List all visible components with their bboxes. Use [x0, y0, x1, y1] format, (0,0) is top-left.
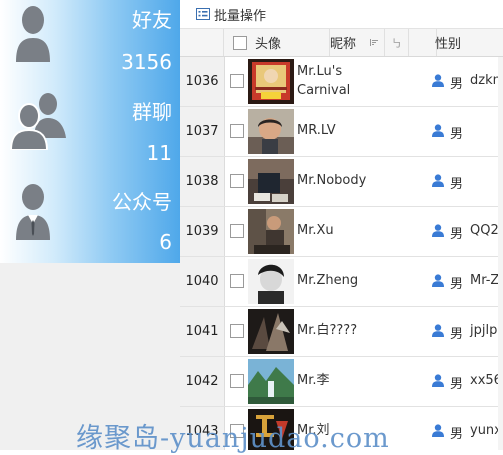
official-accounts-count: 6	[159, 230, 172, 254]
gender-value: 男	[450, 127, 464, 142]
row-id: 1038	[180, 157, 225, 206]
batch-list-icon	[196, 8, 210, 20]
table-row[interactable]: 1037 MR.LV 男	[180, 107, 503, 157]
row-id: 1039	[180, 207, 225, 256]
gender-value: 男	[450, 277, 464, 292]
header-sort-marker-cell[interactable]: ㇉	[385, 29, 409, 56]
header-avatar-label: 头像	[255, 37, 282, 52]
groups-label: 群聊	[132, 100, 172, 124]
official-account-user-icon	[16, 184, 50, 240]
row-id: 1036	[180, 57, 225, 106]
row-id: 1040	[180, 257, 225, 306]
header-nickname-cell[interactable]: 昵称	[330, 29, 385, 56]
extra-value: QQ2	[470, 223, 499, 238]
avatar	[248, 259, 294, 304]
male-icon	[432, 124, 444, 137]
male-icon	[432, 324, 444, 337]
nickname-line-2: Carnival	[297, 83, 351, 98]
table-row[interactable]: 1042 Mr.李 男 xx56	[180, 357, 503, 407]
grid-header: 头像 昵称 ㇉ 性别	[180, 29, 503, 57]
male-icon	[432, 224, 444, 237]
nickname: Mr.李	[297, 373, 330, 388]
male-icon	[432, 174, 444, 187]
table-row[interactable]: 1036 Mr.Lu's Carnival 男 dzkm	[180, 57, 503, 107]
nickname: Mr.Nobody	[297, 173, 367, 188]
header-gender-cell[interactable]: 性别	[432, 29, 503, 56]
header-gender-label: 性别	[435, 37, 462, 52]
nickname: Mr.Xu	[297, 223, 334, 238]
row-checkbox[interactable]	[230, 324, 244, 338]
header-avatar-cell[interactable]: 头像	[224, 29, 330, 56]
avatar	[248, 359, 294, 404]
grid-rows: 1036 Mr.Lu's Carnival 男 dzkm 1037 MR.LV …	[180, 57, 503, 450]
batch-operation-label: 批量操作	[214, 8, 267, 24]
header-nickname-label: 昵称	[330, 37, 357, 52]
stats-panel: 好友 3156 群聊 11 公众号 6	[0, 0, 180, 263]
nickname-line-1: Mr.Lu's	[297, 64, 343, 79]
nickname: Mr.Zheng	[297, 273, 359, 288]
nickname: Mr.白????	[297, 323, 358, 338]
official-accounts-label: 公众号	[112, 190, 172, 214]
header-sort-marker: ㇉	[391, 36, 402, 50]
row-checkbox[interactable]	[230, 74, 244, 88]
avatar	[248, 209, 294, 254]
row-checkbox[interactable]	[230, 374, 244, 388]
groups-count: 11	[146, 141, 172, 165]
gender-value: 男	[450, 427, 464, 442]
group-users-icon	[10, 93, 66, 150]
gender-value: 男	[450, 227, 464, 242]
row-checkbox[interactable]	[230, 224, 244, 238]
male-icon	[432, 374, 444, 387]
avatar	[248, 59, 294, 104]
gender-value: 男	[450, 77, 464, 92]
table-row[interactable]: 1040 Mr.Zheng 男 Mr-Z	[180, 257, 503, 307]
avatar	[248, 159, 294, 204]
single-user-icon	[16, 6, 50, 62]
row-checkbox[interactable]	[230, 124, 244, 138]
gender-value: 男	[450, 327, 464, 342]
row-id: 1037	[180, 107, 225, 156]
male-icon	[432, 74, 444, 87]
male-icon	[432, 424, 444, 437]
contacts-grid: 头像 昵称 ㇉ 性别 1036 Mr.Lu's Carnival 男 dzkm …	[180, 29, 503, 450]
friends-label: 好友	[132, 8, 172, 32]
batch-operation-button[interactable]: 批量操作	[196, 5, 266, 24]
row-checkbox[interactable]	[230, 174, 244, 188]
friends-count: 3156	[121, 50, 172, 74]
row-id: 1041	[180, 307, 225, 356]
gender-value: 男	[450, 377, 464, 392]
row-checkbox[interactable]	[230, 274, 244, 288]
header-id-cell	[180, 29, 224, 56]
gender-value: 男	[450, 177, 464, 192]
select-all-checkbox[interactable]	[233, 35, 247, 50]
male-icon	[432, 274, 444, 287]
table-row[interactable]: 1039 Mr.Xu 男 QQ2	[180, 207, 503, 257]
watermark-text: 缘聚岛-yuanjudao.com	[76, 423, 390, 454]
toolbar: 批量操作	[180, 0, 503, 29]
avatar	[248, 309, 294, 354]
vertical-scrollbar[interactable]	[498, 57, 503, 450]
table-row[interactable]: 1041 Mr.白???? 男 jpjlpg	[180, 307, 503, 357]
sort-icon[interactable]	[370, 38, 378, 47]
avatar	[248, 109, 294, 154]
nickname: MR.LV	[297, 123, 336, 138]
row-id: 1042	[180, 357, 225, 406]
extra-value: Mr-Z	[470, 273, 500, 288]
table-row[interactable]: 1038 Mr.Nobody 男	[180, 157, 503, 207]
